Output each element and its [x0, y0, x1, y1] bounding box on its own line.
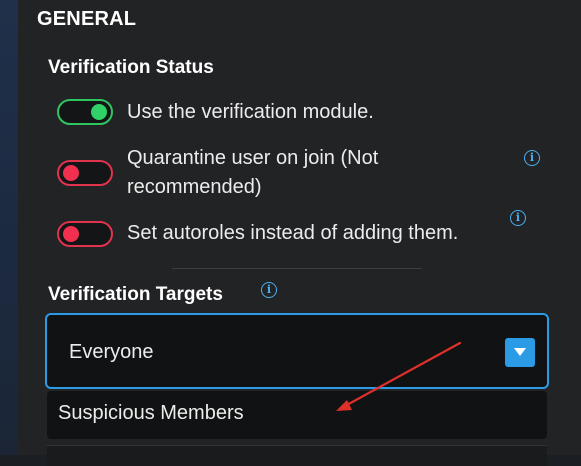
set-autoroles-toggle[interactable] — [57, 221, 113, 247]
dropdown-option-label: Suspicious Members — [58, 402, 244, 424]
toggle-knob — [63, 165, 79, 181]
set-autoroles-label: Set autoroles instead of adding them. — [127, 222, 459, 244]
window-background — [0, 0, 18, 455]
quarantine-label-line1: Quarantine user on join (Not — [127, 147, 379, 169]
next-field — [47, 445, 547, 466]
quarantine-on-join-label: Quarantine user on join (Not recommended… — [127, 144, 378, 202]
section-heading-general: GENERAL — [37, 8, 137, 30]
dropdown-option-suspicious-members[interactable]: Suspicious Members — [47, 391, 547, 439]
chevron-down-icon[interactable] — [505, 338, 535, 367]
quarantine-label-line2: recommended) — [127, 176, 262, 198]
info-icon[interactable]: i — [510, 210, 526, 226]
info-icon[interactable]: i — [261, 282, 277, 298]
dropdown-menu: Suspicious Members — [47, 391, 547, 439]
verification-module-label: Use the verification module. — [127, 101, 374, 123]
verification-targets-heading: Verification Targets — [48, 284, 223, 305]
verification-module-toggle[interactable] — [57, 99, 113, 125]
toggle-knob — [91, 104, 107, 120]
quarantine-on-join-toggle[interactable] — [57, 160, 113, 186]
verification-targets-select[interactable]: Everyone — [45, 313, 549, 389]
section-divider — [172, 268, 422, 269]
verification-status-heading: Verification Status — [48, 57, 214, 78]
selected-value: Everyone — [69, 341, 154, 363]
info-icon[interactable]: i — [524, 150, 540, 166]
toggle-knob — [63, 226, 79, 242]
